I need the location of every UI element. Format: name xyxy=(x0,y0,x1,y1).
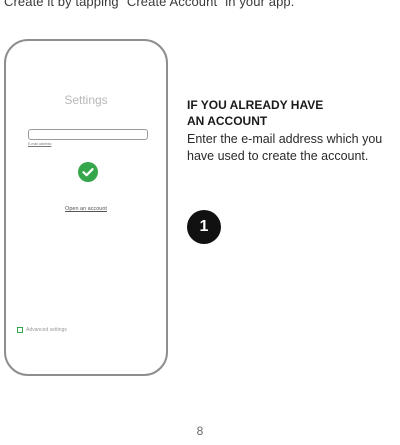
open-account-link[interactable]: Open an account xyxy=(6,206,166,212)
check-circle-icon xyxy=(78,162,98,182)
screen-title: Settings xyxy=(64,93,108,107)
section-heading: IF YOU ALREADY HAVE AN ACCOUNT xyxy=(187,97,323,129)
heading-line-2: AN ACCOUNT xyxy=(187,114,268,128)
intro-text: Create it by tapping “Create Account” in… xyxy=(4,0,295,9)
advanced-settings-toggle[interactable]: Advanced settings xyxy=(17,327,67,333)
section-body: Enter the e-mail address which you have … xyxy=(187,132,383,163)
step-number-badge: 1 xyxy=(187,210,221,244)
heading-line-1: IF YOU ALREADY HAVE xyxy=(187,98,324,112)
page-number: 8 xyxy=(196,424,204,438)
advanced-settings-label: Advanced settings xyxy=(26,327,67,333)
phone-mockup: Settings E-mail address Open an account … xyxy=(4,39,168,376)
email-caption: E-mail address xyxy=(28,142,52,146)
advanced-settings-checkbox[interactable] xyxy=(17,327,23,333)
email-input[interactable] xyxy=(28,129,148,140)
